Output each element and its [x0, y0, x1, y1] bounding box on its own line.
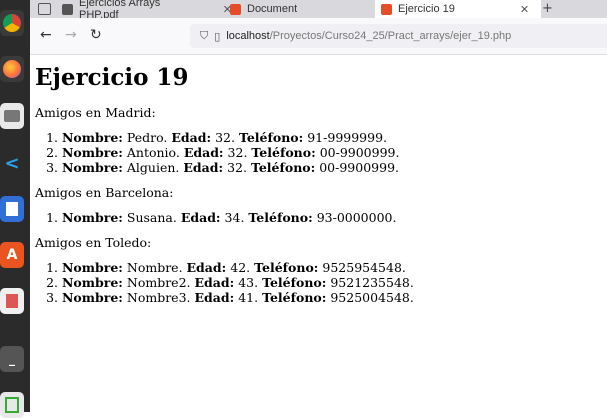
phone-label: Teléfono: [262, 290, 327, 305]
friend-item: Nombre: Nombre2. Edad: 43. Teléfono: 952… [62, 275, 414, 290]
friend-age: 43. [238, 275, 259, 290]
tab-ejercicio-19[interactable]: Ejercicio 19 ✕ [375, 0, 541, 18]
page-info-icon[interactable]: ▯ [214, 30, 220, 43]
tab-overview-icon[interactable] [38, 3, 51, 15]
firefox-icon[interactable] [0, 56, 24, 82]
friend-name: Nombre3. [126, 290, 191, 305]
friend-phone: 9521235548. [330, 275, 414, 290]
tab-label: Ejercicio 19 [398, 3, 455, 15]
friend-item: Nombre: Antonio. Edad: 32. Teléfono: 00-… [62, 145, 414, 160]
page-content: Ejercicio 19 Amigos en Madrid: Nombre: Pe… [35, 64, 414, 315]
phone-label: Teléfono: [251, 145, 316, 160]
name-label: Nombre: [62, 145, 123, 160]
ubuntu-dock: < A _ [0, 0, 30, 418]
friend-name: Alguien. [126, 160, 180, 175]
forward-icon[interactable]: → [65, 27, 77, 43]
age-label: Edad: [194, 290, 235, 305]
city-heading: Amigos en Madrid: [35, 105, 156, 120]
friend-age: 32. [227, 160, 247, 175]
pdf-icon [62, 3, 73, 15]
trash-icon[interactable] [0, 392, 24, 418]
friend-name: Nombre. [126, 260, 183, 275]
friend-phone: 93-0000000. [316, 210, 397, 225]
tab-pdf[interactable]: Ejercicios Arrays PHP.pdf ✕ [62, 0, 232, 21]
friend-phone: 91-9999999. [307, 130, 388, 145]
friend-item: Nombre: Nombre3. Edad: 41. Teléfono: 952… [62, 290, 414, 305]
name-label: Nombre: [62, 275, 123, 290]
friend-phone: 00-9900999. [319, 160, 399, 175]
friend-age: 32. [227, 145, 248, 160]
friend-groups: Amigos en Madrid: Nombre: Pedro. Edad: 32… [35, 105, 414, 305]
name-label: Nombre: [62, 260, 123, 275]
phone-label: Teléfono: [262, 275, 327, 290]
html-icon [230, 3, 241, 15]
document-viewer-icon[interactable] [0, 288, 24, 314]
friend-age: 32. [215, 130, 235, 145]
friend-item: Nombre: Alguien. Edad: 32. Teléfono: 00-… [62, 160, 414, 175]
url-host: localhost [226, 30, 270, 42]
page-title: Ejercicio 19 [35, 64, 189, 91]
city-heading: Amigos en Barcelona: [35, 185, 174, 200]
friend-phone: 9525954548. [322, 260, 406, 275]
writer-icon[interactable] [0, 196, 24, 222]
shield-icon[interactable]: ⛉ [200, 29, 208, 43]
files-icon[interactable] [0, 103, 24, 129]
new-tab-button[interactable]: + [542, 1, 553, 16]
friend-name: Susana. [126, 210, 177, 225]
phone-label: Teléfono: [238, 130, 304, 145]
phone-label: Teléfono: [248, 210, 313, 225]
url-path: /Proyectos/Curso24_25/Pract_arrays/ejer_… [269, 30, 512, 42]
friend-name: Pedro. [126, 130, 168, 145]
friends-list: Nombre: Susana. Edad: 34. Teléfono: 93-0… [35, 210, 414, 225]
age-label: Edad: [183, 145, 224, 160]
friends-list: Nombre: Pedro. Edad: 32. Teléfono: 91-99… [35, 130, 414, 175]
age-label: Edad: [183, 160, 224, 175]
friend-phone: 9525004548. [330, 290, 414, 305]
chrome-icon[interactable] [0, 10, 24, 36]
city-heading: Amigos en Toledo: [35, 235, 152, 250]
friend-item: Nombre: Pedro. Edad: 32. Teléfono: 91-99… [62, 130, 414, 145]
friend-item: Nombre: Nombre. Edad: 42. Teléfono: 9525… [62, 260, 414, 275]
tab-strip: Ejercicios Arrays PHP.pdf ✕ Document Eje… [30, 0, 607, 21]
vscode-icon[interactable]: < [0, 150, 24, 176]
phone-label: Teléfono: [250, 160, 316, 175]
name-label: Nombre: [62, 210, 123, 225]
age-label: Edad: [171, 130, 212, 145]
software-store-icon[interactable]: A [0, 242, 24, 268]
browser-toolbar: ← → ↻ ⛉ ▯ localhost /Proyectos/Curso24_2… [30, 18, 607, 55]
friend-item: Nombre: Susana. Edad: 34. Teléfono: 93-0… [62, 210, 414, 225]
close-icon[interactable]: ✕ [520, 3, 529, 16]
name-label: Nombre: [62, 160, 123, 175]
friend-phone: 00-9900999. [319, 145, 400, 160]
name-label: Nombre: [62, 130, 123, 145]
friend-name: Nombre2. [126, 275, 191, 290]
friend-age: 34. [224, 210, 245, 225]
terminal-icon[interactable]: _ [0, 346, 24, 372]
age-label: Edad: [186, 260, 227, 275]
friends-list: Nombre: Nombre. Edad: 42. Teléfono: 9525… [35, 260, 414, 305]
url-bar[interactable]: ⛉ ▯ localhost /Proyectos/Curso24_25/Prac… [190, 24, 607, 48]
age-label: Edad: [180, 210, 221, 225]
friend-age: 42. [230, 260, 251, 275]
friend-age: 41. [238, 290, 259, 305]
age-label: Edad: [194, 275, 235, 290]
name-label: Nombre: [62, 290, 123, 305]
reload-icon[interactable]: ↻ [90, 27, 102, 43]
back-icon[interactable]: ← [40, 27, 52, 43]
html-icon [381, 3, 392, 15]
tab-label: Document [247, 3, 298, 15]
friend-name: Antonio. [126, 145, 180, 160]
phone-label: Teléfono: [254, 260, 319, 275]
tab-document[interactable]: Document [230, 0, 370, 18]
